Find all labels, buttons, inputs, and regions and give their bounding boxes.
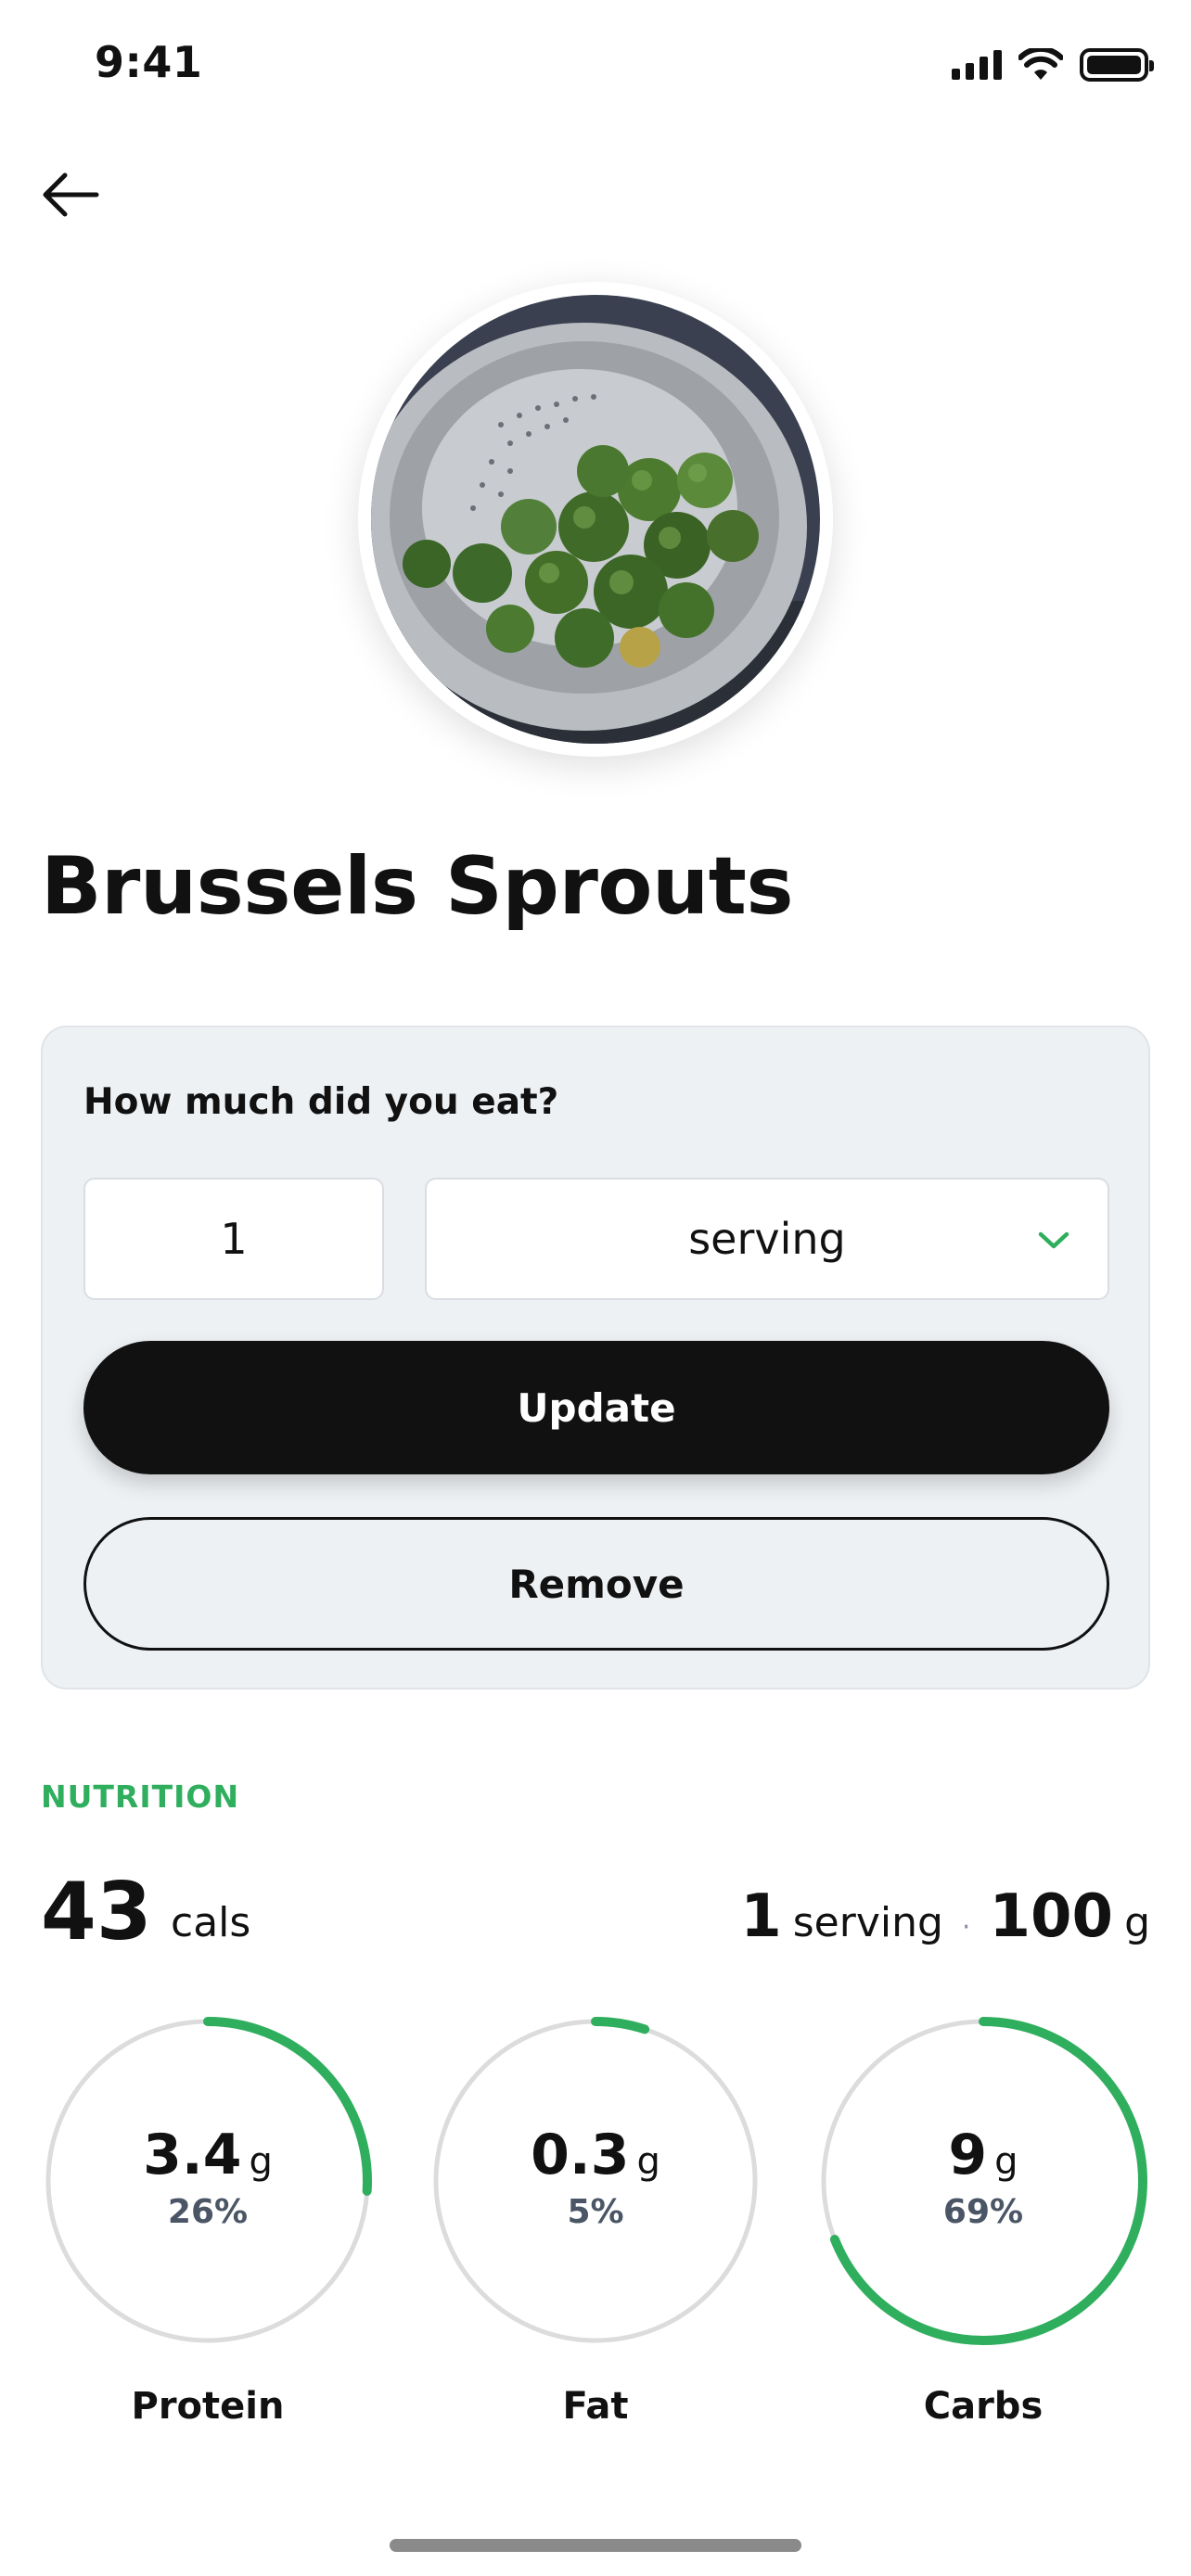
chevron-down-icon <box>1038 1231 1069 1249</box>
battery-icon <box>1080 48 1154 82</box>
unit-select[interactable]: serving <box>425 1178 1109 1300</box>
remove-button[interactable]: Remove <box>83 1517 1109 1651</box>
update-button[interactable]: Update <box>83 1341 1109 1474</box>
back-button[interactable] <box>37 161 104 228</box>
weight-value: 100 <box>989 1882 1114 1951</box>
protein-percent: 26% <box>167 2192 249 2231</box>
protein-amount: 3.4 <box>143 2122 242 2187</box>
protein-unit: g <box>249 2139 273 2183</box>
portion-card: How much did you eat? 1 serving Update R… <box>41 1026 1150 1690</box>
food-detail-screen: 9:41 Brussels Sprouts How much did you e… <box>0 0 1191 2576</box>
wifi-icon <box>1018 48 1063 80</box>
status-time: 9:41 <box>95 37 203 87</box>
carbs-amount: 9 <box>948 2122 988 2187</box>
portion-question: How much did you eat? <box>83 1081 559 1123</box>
calories-value: 43 <box>41 1866 152 1958</box>
fat-label: Fat <box>562 2385 629 2428</box>
macro-fat: 0.3 g 5% Fat <box>429 2014 762 2428</box>
serving-count: 1 <box>740 1882 782 1951</box>
calories-unit: cals <box>171 1899 251 1946</box>
status-icons <box>952 48 1154 82</box>
fat-percent: 5% <box>567 2192 624 2231</box>
food-image <box>371 295 820 744</box>
carbs-unit: g <box>994 2139 1018 2183</box>
arrow-left-icon <box>43 172 99 217</box>
calories-row: 43 cals 1 serving · 100 g <box>41 1866 1150 1958</box>
serving-summary: 1 serving · 100 g <box>740 1882 1150 1951</box>
quantity-input[interactable]: 1 <box>83 1178 384 1300</box>
food-title: Brussels Sprouts <box>41 840 794 933</box>
fat-amount: 0.3 <box>531 2122 630 2187</box>
carbs-percent: 69% <box>942 2192 1024 2231</box>
cellular-signal-icon <box>952 50 1002 80</box>
home-indicator[interactable] <box>390 2539 801 2552</box>
food-photo <box>358 282 833 757</box>
protein-label: Protein <box>131 2385 285 2428</box>
fat-unit: g <box>636 2139 660 2183</box>
weight-unit: g <box>1124 1899 1150 1946</box>
nutrition-section-label: NUTRITION <box>41 1779 240 1815</box>
macro-carbs: 9 g 69% Carbs <box>816 2014 1150 2428</box>
serving-unit: serving <box>792 1899 943 1946</box>
macro-protein: 3.4 g 26% Protein <box>41 2014 375 2428</box>
separator-dot: · <box>961 1911 971 1944</box>
carbs-label: Carbs <box>923 2385 1044 2428</box>
unit-select-value: serving <box>688 1214 846 1264</box>
